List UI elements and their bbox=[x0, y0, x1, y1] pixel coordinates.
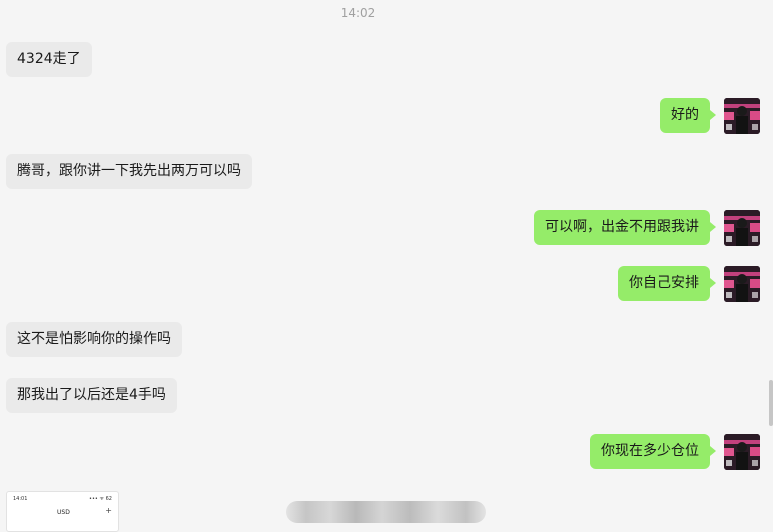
outgoing-message-bubble[interactable]: 好的 bbox=[660, 98, 716, 133]
incoming-message-bubble[interactable]: 腾哥，跟你讲一下我先出两万可以吗 bbox=[6, 154, 252, 189]
user-avatar[interactable] bbox=[724, 266, 760, 302]
user-avatar[interactable] bbox=[724, 434, 760, 470]
incoming-message-bubble[interactable]: 那我出了以后还是4手吗 bbox=[6, 378, 177, 413]
outgoing-message-bubble[interactable]: 可以啊，出金不用跟我讲 bbox=[534, 210, 716, 245]
user-avatar[interactable] bbox=[724, 210, 760, 246]
preview-plus-icon: + bbox=[105, 506, 112, 515]
preview-status-icons: ••• ᯤ 62 bbox=[89, 496, 112, 502]
preview-content-row bbox=[11, 522, 114, 528]
preview-currency: USD bbox=[57, 509, 70, 516]
message-timestamp: 14:02 bbox=[340, 6, 376, 20]
incoming-message-bubble[interactable]: 这不是怕影响你的操作吗 bbox=[6, 322, 182, 357]
outgoing-message-bubble[interactable]: 你自己安排 bbox=[618, 266, 716, 301]
chat-panel: 14:02 4324走了 好的 腾哥，跟你讲一下我先出两万可以吗 可以啊，出金不… bbox=[0, 0, 773, 532]
outgoing-message-bubble[interactable]: 你现在多少仓位 bbox=[590, 434, 716, 469]
blurred-region bbox=[286, 501, 486, 523]
preview-time: 14:01 bbox=[13, 496, 28, 502]
scrollbar-thumb[interactable] bbox=[769, 380, 773, 426]
incoming-message-bubble[interactable]: 4324走了 bbox=[6, 42, 92, 77]
image-message-preview[interactable]: 14:01 ••• ᯤ 62 USD + bbox=[6, 491, 119, 532]
user-avatar[interactable] bbox=[724, 98, 760, 134]
